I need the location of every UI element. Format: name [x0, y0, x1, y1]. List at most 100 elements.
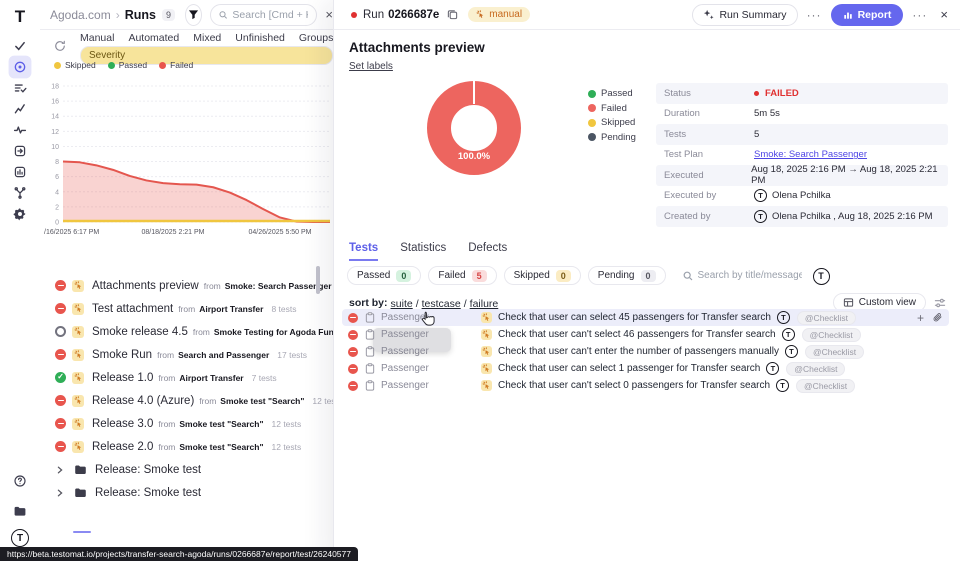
- search-input[interactable]: [232, 9, 308, 21]
- report-button[interactable]: Report: [831, 4, 904, 26]
- test-search-input[interactable]: [698, 270, 802, 281]
- help-icon[interactable]: [9, 470, 32, 493]
- run-suite[interactable]: Airport Transfer: [199, 304, 263, 314]
- set-labels-link[interactable]: Set labels: [349, 61, 393, 72]
- runs-tab-groups[interactable]: Groups: [299, 32, 333, 44]
- test-title[interactable]: Check that user can't select 46 passenge…: [498, 329, 776, 340]
- test-row[interactable]: Passenger Check that user can't select 0…: [342, 377, 949, 394]
- run-suite[interactable]: Smoke Testing for Agoda Functionality: [214, 327, 333, 337]
- run-suite[interactable]: Search and Passenger: [178, 350, 269, 360]
- test-suite[interactable]: Passenger: [381, 363, 453, 374]
- refresh-icon[interactable]: [54, 40, 66, 52]
- line-chart-icon[interactable]: [9, 98, 32, 121]
- pagination-current-page[interactable]: [73, 531, 91, 533]
- run-title[interactable]: Release 1.0: [92, 372, 153, 384]
- report-box-icon[interactable]: [9, 161, 32, 184]
- test-tag-badge: @Checklist: [797, 311, 856, 325]
- run-list-item[interactable]: Release 4.0 (Azure)fromSmoke test "Searc…: [40, 389, 333, 412]
- sliders-icon[interactable]: [934, 297, 946, 309]
- run-list-item[interactable]: Test attachmentfromAirport Transfer8 tes…: [40, 297, 333, 320]
- manual-badge-label: manual: [489, 9, 522, 20]
- run-list-item[interactable]: Release 3.0fromSmoke test "Search"12 tes…: [40, 412, 333, 435]
- runs-tab-automated[interactable]: Automated: [128, 32, 179, 44]
- filter-pill-pending[interactable]: Pending0: [588, 266, 666, 285]
- add-icon[interactable]: +: [917, 313, 924, 323]
- gear-icon[interactable]: [9, 203, 32, 226]
- check-icon[interactable]: [9, 35, 32, 58]
- test-title[interactable]: Check that user can't enter the number o…: [498, 346, 779, 357]
- donut-legend-label: Pending: [601, 132, 636, 143]
- scrollbar-thumb[interactable]: [316, 266, 320, 294]
- test-search[interactable]: [683, 270, 802, 281]
- run-list-item[interactable]: Release 2.0fromSmoke test "Search"12 tes…: [40, 435, 333, 458]
- run-list-item[interactable]: Smoke RunfromSearch and Passenger17 test…: [40, 343, 333, 366]
- sort-link-testcase[interactable]: testcase: [422, 298, 461, 310]
- tab-defects[interactable]: Defects: [468, 242, 507, 261]
- export-icon[interactable]: [9, 140, 32, 163]
- run-title[interactable]: Release 2.0: [92, 441, 153, 453]
- test-title[interactable]: Check that user can't select 0 passenger…: [498, 380, 770, 391]
- run-suite[interactable]: Smoke test "Search": [220, 396, 304, 406]
- test-row[interactable]: Passenger Check that user can select 1 p…: [342, 360, 949, 377]
- test-title[interactable]: Check that user can select 45 passengers…: [498, 312, 771, 323]
- left-icon-rail: T: [0, 0, 40, 561]
- chevron-right-icon[interactable]: [56, 489, 64, 497]
- run-title[interactable]: Attachments preview: [92, 280, 199, 292]
- chevron-right-icon[interactable]: [56, 466, 64, 474]
- run-title[interactable]: Test attachment: [92, 303, 173, 315]
- run-title[interactable]: Release 4.0 (Azure): [92, 395, 194, 407]
- user-avatar[interactable]: T: [11, 529, 29, 547]
- assignee-filter-avatar[interactable]: T: [813, 266, 830, 285]
- run-title[interactable]: Smoke release 4.5: [92, 326, 188, 338]
- run-details-table: StatusFAILEDDuration5m 5sTests5Test Plan…: [656, 83, 948, 227]
- runs-tab-manual[interactable]: Manual: [80, 32, 114, 44]
- close-panel-icon[interactable]: ×: [940, 7, 948, 22]
- runs-icon[interactable]: [9, 56, 32, 79]
- run-status-passed-icon: [55, 372, 66, 383]
- sort-link-suite[interactable]: suite: [391, 298, 413, 310]
- run-suite[interactable]: Airport Transfer: [179, 373, 243, 383]
- tab-tests[interactable]: Tests: [349, 242, 378, 261]
- run-suite[interactable]: Smoke test "Search": [179, 442, 263, 452]
- folder-row[interactable]: Release: Smoke test: [40, 458, 333, 481]
- branch-icon[interactable]: [9, 182, 32, 205]
- checklist-icon[interactable]: [9, 77, 32, 100]
- global-search[interactable]: [210, 4, 318, 26]
- filter-pill-skipped[interactable]: Skipped0: [504, 266, 581, 285]
- detail-label: Tests: [656, 129, 754, 140]
- run-title[interactable]: Smoke Run: [92, 349, 152, 361]
- run-list-item[interactable]: Release 1.0fromAirport Transfer7 tests: [40, 366, 333, 389]
- testomat-logo[interactable]: T: [9, 6, 31, 28]
- detail-value-text: FAILED: [765, 88, 799, 99]
- run-summary-button[interactable]: Run Summary: [692, 4, 797, 26]
- detail-value: 5m 5s: [754, 108, 780, 119]
- run-title[interactable]: Release 3.0: [92, 418, 153, 430]
- breadcrumb-project[interactable]: Agoda.com: [50, 8, 111, 22]
- filter-button[interactable]: [185, 4, 202, 26]
- test-suite[interactable]: Passenger: [381, 380, 453, 391]
- filter-pill-failed[interactable]: Failed5: [428, 266, 496, 285]
- test-suite[interactable]: Passenger: [381, 312, 453, 323]
- tab-statistics[interactable]: Statistics: [400, 242, 446, 261]
- folder-label[interactable]: Release: Smoke test: [95, 487, 201, 499]
- run-summary-more-button[interactable]: ···: [805, 8, 824, 22]
- run-suite[interactable]: Smoke test "Search": [179, 419, 263, 429]
- filter-pill-passed[interactable]: Passed0: [347, 266, 421, 285]
- test-title[interactable]: Check that user can select 1 passenger f…: [498, 363, 760, 374]
- folder-label[interactable]: Release: Smoke test: [95, 464, 201, 476]
- folder-row[interactable]: Release: Smoke test: [40, 481, 333, 504]
- breadcrumb-page[interactable]: Runs: [125, 8, 156, 22]
- folder-icon[interactable]: [9, 500, 32, 523]
- panel-more-button[interactable]: ···: [910, 8, 929, 22]
- runs-tab-unfinished[interactable]: Unfinished: [235, 32, 285, 44]
- run-list-item[interactable]: Attachments previewfromSmoke: Search Pas…: [40, 274, 333, 297]
- run-list-item[interactable]: Smoke release 4.5fromSmoke Testing for A…: [40, 320, 333, 343]
- donut-legend-label: Skipped: [601, 117, 635, 128]
- close-search-icon[interactable]: ×: [325, 7, 333, 22]
- runs-tab-mixed[interactable]: Mixed: [193, 32, 221, 44]
- detail-value[interactable]: Smoke: Search Passenger: [754, 149, 867, 160]
- pulse-icon[interactable]: [9, 119, 32, 142]
- copy-icon[interactable]: [447, 9, 458, 20]
- attachment-icon[interactable]: [932, 312, 943, 323]
- sort-link-failure[interactable]: failure: [470, 298, 499, 310]
